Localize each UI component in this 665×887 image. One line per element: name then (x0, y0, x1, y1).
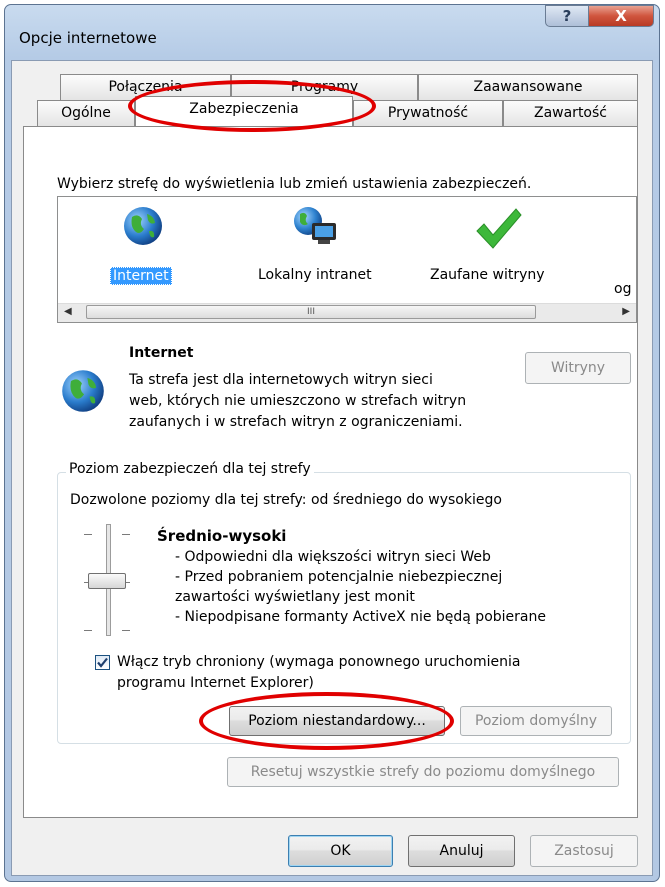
allowed-levels-text: Dozwolone poziomy dla tej strefy: od śre… (70, 492, 502, 508)
protected-mode-label: Włącz tryb chroniony (wymaga ponownego u… (117, 654, 521, 670)
help-button[interactable]: ? (545, 5, 589, 27)
security-level-slider[interactable] (82, 520, 142, 640)
slider-tick (84, 630, 92, 631)
checkmark-icon (97, 657, 108, 668)
zone-list[interactable]: Internet Lokalny intranet Zaufane witryn… (57, 196, 637, 323)
level-bullet: zawartości wyświetlany jest monit (175, 589, 415, 605)
level-bullet: - Niepodpisane formanty ActiveX nie będą… (175, 609, 546, 625)
globe-icon (62, 370, 104, 412)
cancel-button[interactable]: Anuluj (408, 835, 515, 867)
slider-tick (122, 630, 130, 631)
zone-description-line: web, których nie umieszczono w strefach … (129, 393, 467, 409)
zone-instruction: Wybierz strefę do wyświetlenia lub zmień… (57, 176, 532, 192)
reset-all-zones-button[interactable]: Resetuj wszystkie strefy do poziomu domy… (227, 757, 619, 787)
protected-mode-checkbox[interactable] (95, 655, 110, 670)
zone-list-scrollbar[interactable]: ◀ III ▶ (58, 303, 636, 322)
zone-description-line: Ta strefa jest dla internetowych witryn … (129, 372, 433, 388)
level-bullet: - Przed pobraniem potencjalnie niebezpie… (175, 569, 503, 585)
apply-button[interactable]: Zastosuj (530, 835, 638, 867)
checkmark-icon (476, 208, 522, 249)
scroll-left-arrow-icon[interactable]: ◀ (64, 306, 72, 317)
security-level-name: Średnio-wysoki (157, 527, 287, 545)
level-bullet: - Odpowiedni dla większości witryn sieci… (175, 549, 491, 565)
slider-tick (84, 534, 92, 535)
tab-general[interactable]: Ogólne (37, 100, 135, 126)
zone-name: Internet (129, 345, 194, 361)
sites-button[interactable]: Witryny (525, 352, 631, 384)
tab-advanced[interactable]: Zaawansowane (418, 74, 638, 100)
intranet-icon (294, 207, 336, 244)
zone-trusted-sites[interactable]: Zaufane witryny (430, 205, 560, 285)
security-level-group-label: Poziom zabezpieczeń dla tej strefy (66, 461, 314, 477)
zone-internet-label: Internet (110, 267, 172, 285)
close-button[interactable]: X (588, 5, 654, 27)
zone-trusted-sites-label: Zaufane witryny (430, 267, 545, 283)
slider-tick (122, 534, 130, 535)
window-title: Opcje internetowe (19, 29, 157, 47)
slider-thumb[interactable] (88, 573, 126, 589)
zone-local-intranet-label: Lokalny intranet (258, 267, 372, 283)
globe-icon (124, 207, 162, 245)
scrollbar-grip: III (307, 307, 315, 317)
highlight-oval-security-tab (128, 80, 376, 132)
scroll-right-arrow-icon[interactable]: ▶ (622, 306, 630, 317)
zone-local-intranet[interactable]: Lokalny intranet (246, 205, 376, 285)
scrollbar-thumb[interactable]: III (86, 305, 536, 319)
default-level-button[interactable]: Poziom domyślny (460, 706, 612, 736)
zone-description-line: zaufanych i w strefach witryn z ogranicz… (129, 414, 463, 430)
highlight-oval-custom-level (199, 692, 454, 750)
zone-internet[interactable]: Internet (100, 205, 190, 285)
tab-content[interactable]: Zawartość (503, 100, 638, 126)
ok-button[interactable]: OK (288, 835, 393, 867)
protected-mode-label-2: programu Internet Explorer) (117, 675, 314, 691)
zone-restricted-label-partial: og (614, 281, 632, 297)
